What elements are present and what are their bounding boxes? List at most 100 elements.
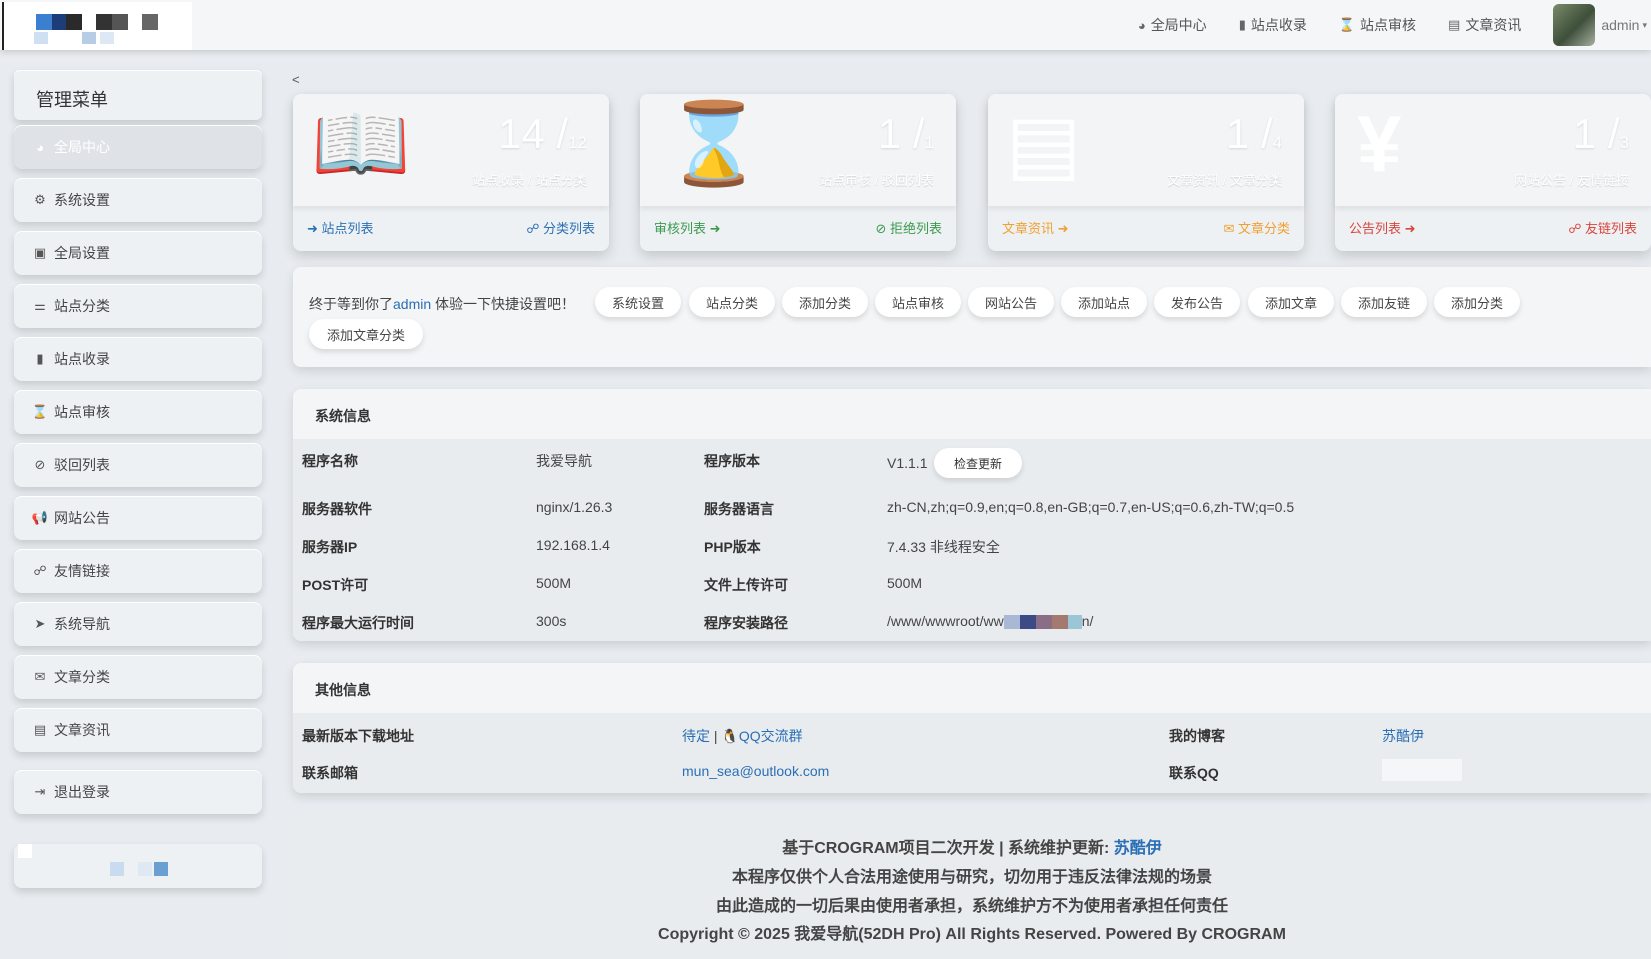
username: admin: [1601, 17, 1640, 33]
footer-credit: 基于CROGRAM项目二次开发 | 系统维护更新: 苏酷伊: [782, 840, 1162, 857]
info-label: 程序名称: [302, 453, 358, 469]
dashboard-icon: ◕: [1137, 17, 1146, 33]
sidebar-item-articles[interactable]: ▤ 文章资讯: [14, 708, 262, 752]
footer-disclaimer-1: 本程序仅供个人合法用途使用与研究，切勿用于违反法律法规的场景: [731, 869, 1212, 886]
quick-publish-announcement-button[interactable]: 发布公告: [1154, 287, 1240, 317]
sidebar-item-label: 全局设置: [54, 245, 110, 261]
friend-link-list-link[interactable]: ☍ 友链列表: [1568, 218, 1637, 237]
review-list-link[interactable]: 审核列表 ➜: [654, 218, 721, 237]
arrow-right-icon: ➜: [307, 221, 318, 236]
other-info-panel: 其他信息 最新版本下载地址 待定 | 🐧QQ交流群 我的博客 苏酷伊 联系邮箱 …: [293, 663, 1651, 793]
info-value: nginx/1.26.3: [536, 499, 613, 515]
sidebar-item-rejected-list[interactable]: ⊘ 驳回列表: [14, 443, 262, 487]
topnav-site-collection[interactable]: ▮ 站点收录: [1239, 15, 1307, 35]
qq-value-redacted: [1382, 759, 1462, 781]
qq-penguin-icon: 🐧: [721, 728, 739, 744]
system-info-panel: 系统信息 程序名称 我爱导航 程序版本 V1.1.1 检查更新 服务器软件 ng…: [293, 389, 1651, 641]
bullhorn-icon: 📢: [31, 510, 49, 525]
sidebar-item-label: 站点收录: [54, 351, 110, 367]
panel-title: 系统信息: [293, 389, 1651, 439]
info-value: 500M: [536, 575, 572, 591]
sidebar-item-global-center[interactable]: ◕ 全局中心: [14, 125, 262, 169]
sidebar: 管理菜单 ◕ 全局中心 ⚙ 系统设置 ▣ 全局设置 ⚌ 站点分类 ▮ 站点收录 …: [14, 70, 264, 888]
stat-count: 14 /12: [498, 110, 587, 157]
quick-add-article-category-button[interactable]: 添加文章分类: [309, 319, 423, 349]
reject-list-link[interactable]: ⊘ 拒绝列表: [875, 218, 942, 237]
book-icon: ▮: [1238, 17, 1246, 32]
quick-add-category-2-button[interactable]: 添加分类: [1434, 287, 1520, 317]
sidebar-item-global-settings[interactable]: ▣ 全局设置: [14, 231, 262, 275]
sidebar-item-article-category[interactable]: ✉ 文章分类: [14, 655, 262, 699]
quick-system-settings-button[interactable]: 系统设置: [595, 287, 681, 317]
logout-button[interactable]: ⇥ 退出登录: [14, 770, 262, 814]
quick-add-article-button[interactable]: 添加文章: [1248, 287, 1334, 317]
newspaper-icon: ▤: [1006, 99, 1082, 188]
info-value: V1.1.1: [887, 455, 928, 471]
newspaper-icon: ▤: [33, 722, 47, 737]
check-update-button[interactable]: 检查更新: [934, 448, 1022, 478]
topnav-site-review[interactable]: ⌛ 站点审核: [1339, 15, 1416, 35]
blog-link[interactable]: 苏酷伊: [1382, 726, 1424, 746]
download-links: 待定 | 🐧QQ交流群: [682, 728, 803, 744]
stat-card-sites: 📖 14 /12 站点收录 / 站点分类 ➜ 站点列表 ☍ 分类列表: [293, 94, 609, 251]
site-list-link[interactable]: ➜ 站点列表: [307, 218, 374, 237]
announcement-list-link[interactable]: 公告列表 ➜: [1349, 218, 1416, 237]
info-label: 服务器软件: [302, 501, 372, 517]
stat-caption: 网站公告 / 友情链接: [1514, 173, 1629, 188]
quick-settings-panel: 终于等到你了admin 体验一下快捷设置吧！ 系统设置 站点分类 添加分类 站点…: [293, 267, 1651, 367]
user-menu[interactable]: admin ▾: [1553, 4, 1647, 46]
category-list-link[interactable]: ☍ 分类列表: [526, 218, 595, 237]
info-label: 最新版本下载地址: [302, 728, 414, 744]
site-logo[interactable]: [2, 2, 192, 50]
quick-add-site-button[interactable]: 添加站点: [1061, 287, 1147, 317]
sidebar-item-label: 文章资讯: [54, 722, 110, 738]
envelope-icon: ✉: [34, 669, 46, 684]
download-pending-link[interactable]: 待定: [682, 728, 710, 744]
footer: 基于CROGRAM项目二次开发 | 系统维护更新: 苏酷伊 本程序仅供个人合法用…: [293, 810, 1651, 959]
collapse-sidebar-toggle[interactable]: <: [292, 72, 300, 87]
qq-group-link[interactable]: 🐧QQ交流群: [721, 728, 802, 744]
topnav-global-center[interactable]: ◕ 全局中心: [1138, 15, 1207, 35]
article-category-link[interactable]: ✉ 文章分类: [1223, 218, 1290, 237]
maintainer-link[interactable]: 苏酷伊: [1114, 840, 1162, 857]
sidebar-item-site-review[interactable]: ⌛ 站点审核: [14, 390, 262, 434]
handshake-icon: ☍: [526, 221, 540, 236]
sidebar-item-announcements[interactable]: 📢 网站公告: [14, 496, 262, 540]
sidebar-item-label: 站点审核: [54, 404, 110, 420]
info-label: 程序最大运行时间: [302, 615, 414, 631]
book-icon: 📖: [311, 99, 411, 188]
topnav-articles[interactable]: ▤ 文章资讯: [1448, 15, 1521, 35]
sidebar-item-site-category[interactable]: ⚌ 站点分类: [14, 284, 262, 328]
quick-announcement-button[interactable]: 网站公告: [968, 287, 1054, 317]
gear-icon: ⚙: [34, 192, 46, 207]
quick-site-category-button[interactable]: 站点分类: [689, 287, 775, 317]
sidebar-item-system-settings[interactable]: ⚙ 系统设置: [14, 178, 262, 222]
quick-add-friend-link-button[interactable]: 添加友链: [1341, 287, 1427, 317]
stat-count: 1 /1: [877, 110, 934, 157]
info-label: 联系QQ: [1169, 765, 1219, 781]
info-label: 服务器IP: [302, 539, 358, 555]
info-label: PHP版本: [704, 539, 761, 555]
quick-add-category-button[interactable]: 添加分类: [782, 287, 868, 317]
footer-disclaimer-2: 由此造成的一切后果由使用者承担，系统维护方不为使用者承担任何责任: [715, 898, 1228, 915]
sidebar-item-label: 文章分类: [54, 669, 110, 685]
handshake-icon: ☍: [1568, 221, 1582, 236]
article-list-link[interactable]: 文章资讯 ➜: [1002, 218, 1069, 237]
quick-site-review-button[interactable]: 站点审核: [875, 287, 961, 317]
info-value: 7.4.33 非线程安全: [887, 539, 1000, 555]
sidebar-item-site-collection[interactable]: ▮ 站点收录: [14, 337, 262, 381]
arrow-right-icon: ➜: [1404, 221, 1416, 236]
ban-icon: ⊘: [875, 221, 887, 236]
stat-card-articles: ▤ 1 /4 文章资讯 / 文章分类 文章资讯 ➜ ✉ 文章分类: [988, 94, 1304, 251]
info-label: 联系邮箱: [302, 765, 358, 781]
info-value: 192.168.1.4: [536, 537, 610, 553]
sidebar-item-system-nav[interactable]: ➤ 系统导航: [14, 602, 262, 646]
sidebar-item-friend-links[interactable]: ☍ 友情链接: [14, 549, 262, 593]
install-path-value: /www/wwwroot/ww n/: [887, 613, 1094, 630]
sidebar-item-label: 驳回列表: [54, 457, 110, 473]
email-link[interactable]: mun_sea@outlook.com: [682, 763, 829, 779]
sidebar-item-label: 友情链接: [54, 563, 110, 579]
avatar: [1553, 4, 1596, 46]
book-icon: ▮: [36, 351, 44, 366]
caret-down-icon: ▾: [1642, 19, 1647, 30]
